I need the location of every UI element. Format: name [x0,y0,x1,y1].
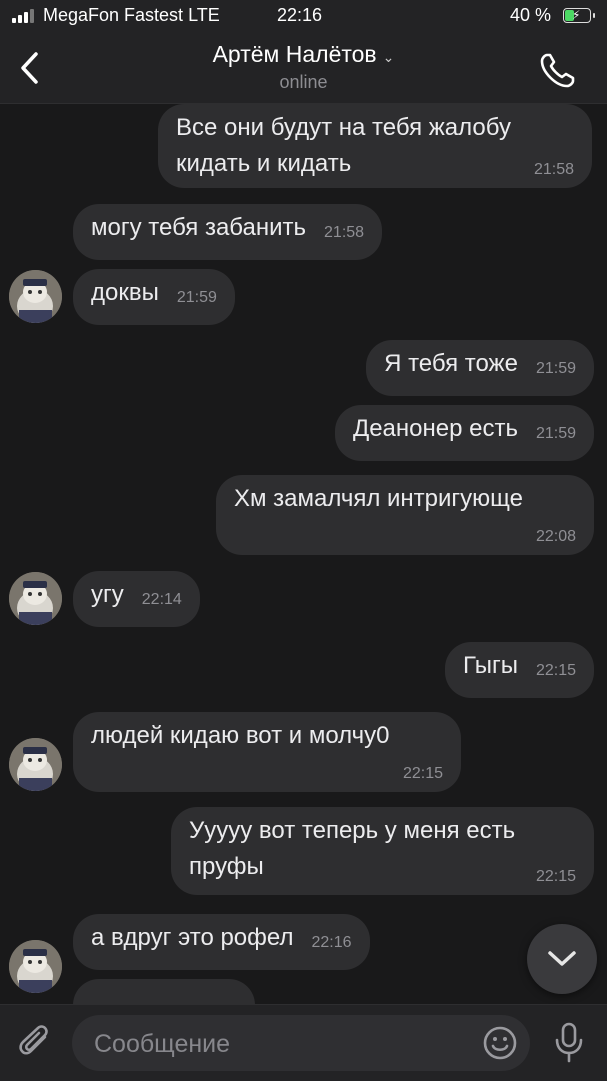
avatar[interactable] [9,572,62,625]
message-text: Гыгы [463,652,518,679]
message-time: 22:14 [141,591,182,608]
message-bubble-incoming[interactable]: людей кидаю вот и молчу0 22:15 [73,712,461,792]
message-text: доквы [91,279,159,306]
avatar[interactable] [9,738,62,791]
cat-avatar-image [9,940,62,993]
composer-bar [0,1004,607,1081]
message-bubble-incoming[interactable]: могу тебя забанить 21:58 [73,204,383,260]
contact-status: online [279,72,328,92]
signal-icon [12,7,36,23]
message-bubble-incoming[interactable]: угу 22:14 [73,571,200,627]
message-text: Деанонер есть [352,415,518,442]
carrier-name: MegaFon Fastest LTE [43,5,220,25]
avatar[interactable] [9,270,62,323]
message-text: могу тебя забанить [91,214,307,241]
emoji-button[interactable] [482,1025,518,1061]
message-bubble-outgoing[interactable]: Хм замалчял интригующе 22:08 [216,475,594,555]
cat-avatar-image [9,738,62,791]
chevron-down-icon: ⌄ [382,49,395,65]
status-time: 22:16 [277,5,323,25]
chevron-down-icon [548,951,576,966]
microphone-icon [555,1022,583,1063]
contact-title[interactable]: Артём Налётов ⌄ [0,41,607,68]
message-bubble-outgoing[interactable]: Деанонер есть 21:59 [334,405,594,461]
message-text: Хм замалчял интригующе [234,485,524,512]
message-text: Все они будут на тебя жалобу [176,114,511,141]
message-bubble-outgoing[interactable]: Ууууу вот теперь у меня есть пруфы 22:15 [171,807,594,895]
voice-record-button[interactable] [552,1021,586,1065]
contact-name: Артём Налётов [212,41,377,67]
message-time: 22:15 [535,662,576,679]
message-time: 21:58 [533,161,574,178]
message-time: 21:59 [535,360,576,377]
chat-header: Артём Налётов ⌄ online [0,32,607,104]
message-text: кидать и кидать [176,150,352,177]
scroll-to-bottom-button[interactable] [527,924,597,994]
message-bubble-outgoing[interactable]: Я тебя тоже 21:59 [366,340,594,396]
avatar[interactable] [9,940,62,993]
message-bubble-outgoing[interactable]: Гыгы 22:15 [445,642,594,698]
message-bubble-outgoing[interactable]: Все они будут на тебя жалобу кидать и ки… [158,104,592,188]
message-time: 21:58 [324,224,365,241]
message-text: людей кидаю вот и молчу0 [91,722,390,749]
message-text: Ууууу вот теперь у меня есть [189,817,516,844]
battery-percent: 40 % [510,5,552,25]
smiley-icon [483,1026,517,1060]
message-time: 22:08 [535,528,576,545]
phone-icon [540,53,575,88]
call-button[interactable] [538,50,578,90]
message-bubble-incoming[interactable]: а вдруг это рофел 22:16 [73,914,370,970]
cat-avatar-image [9,270,62,323]
message-list[interactable]: Все они будут на тебя жалобу кидать и ки… [0,104,607,1035]
message-field[interactable] [72,1015,530,1071]
message-text: угу [91,581,124,608]
message-text: а вдруг это рофел [91,924,294,951]
message-time: 21:59 [535,425,576,442]
status-bar: MegaFon Fastest LTE 22:16 40 % ⚡ [0,0,607,32]
message-time: 22:15 [402,765,443,782]
battery-icon: ⚡ [563,8,595,23]
attach-button[interactable] [18,1023,54,1063]
message-time: 21:59 [176,289,217,306]
charging-icon: ⚡ [572,8,581,22]
message-text: Я тебя тоже [384,350,518,377]
message-time: 22:16 [311,934,352,951]
message-bubble-incoming[interactable]: доквы 21:59 [73,269,235,325]
cat-avatar-image [9,572,62,625]
message-input[interactable] [92,1023,476,1065]
paperclip-icon [19,1025,48,1055]
message-text: пруфы [189,853,264,880]
message-time: 22:15 [535,868,576,885]
